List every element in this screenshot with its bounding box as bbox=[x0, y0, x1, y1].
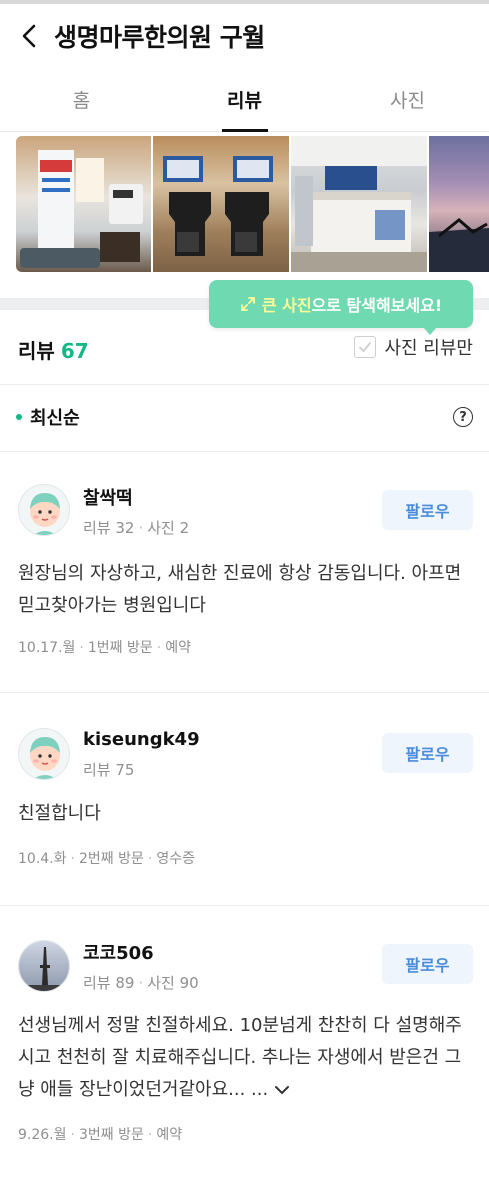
tab-bar: 홈 리뷰 사진 bbox=[0, 68, 489, 132]
sort-button[interactable]: 최신순 bbox=[16, 404, 80, 430]
visit-count: 2번째 방문 bbox=[78, 851, 144, 867]
visit-meta: 10.4.화 · 2번째 방문 · 영수증 bbox=[18, 851, 195, 867]
character-avatar-icon bbox=[19, 485, 69, 535]
review-item: kiseungk49 리뷰 75 팔로우 친절합니다 10.4.화 · 2번째 방문… bbox=[0, 693, 489, 905]
tooltip-text: 으로 탐색해보세요! bbox=[311, 296, 443, 315]
visit-meta: 9.26.월 · 3번째 방문 · 예약 bbox=[18, 1127, 183, 1143]
review-photo-thumbnail[interactable] bbox=[16, 136, 151, 272]
review-count-heading: 리뷰 67 bbox=[18, 335, 89, 364]
photo-stat: 사진 90 bbox=[147, 974, 199, 992]
user-name[interactable]: kiseungk49 bbox=[83, 729, 200, 750]
follow-button[interactable]: 팔로우 bbox=[382, 944, 473, 984]
check-icon bbox=[359, 341, 372, 353]
photo-strip[interactable] bbox=[16, 136, 489, 272]
review-item: 코코506 리뷰 89 · 사진 90 팔로우 선생님께서 정말 친절하세요. 10… bbox=[0, 906, 489, 1181]
review-stat: 리뷰 75 bbox=[83, 761, 135, 779]
user-stats: 리뷰 89 · 사진 90 bbox=[83, 974, 199, 992]
visit-date: 9.26.월 bbox=[18, 1127, 67, 1143]
visit-count: 1번째 방문 bbox=[87, 640, 153, 656]
user-name[interactable]: 코코506 bbox=[83, 939, 154, 965]
tower-photo-avatar-icon bbox=[19, 941, 69, 991]
review-text-container[interactable]: 선생님께서 정말 친절하세요. 10분넘게 찬찬히 다 설명해주시고 천천히 잘… bbox=[18, 1010, 473, 1106]
tab-home[interactable]: 홈 bbox=[0, 68, 163, 131]
tooltip-highlight: 큰 사진 bbox=[261, 296, 312, 315]
photo-only-checkbox[interactable] bbox=[354, 336, 377, 358]
back-button[interactable] bbox=[6, 12, 54, 60]
divider bbox=[0, 384, 489, 385]
review-stat: 리뷰 89 bbox=[83, 974, 135, 992]
help-icon[interactable]: ? bbox=[453, 407, 473, 427]
review-text: 선생님께서 정말 친절하세요. 10분넘게 찬찬히 다 설명해주시고 천천히 잘… bbox=[18, 1015, 462, 1100]
photo-only-label: 사진 리뷰만 bbox=[384, 338, 473, 359]
chevron-left-icon bbox=[22, 24, 36, 48]
visit-type: 예약 bbox=[156, 1127, 183, 1143]
user-name[interactable]: 찰싹떡 bbox=[83, 484, 133, 510]
review-photo-thumbnail[interactable] bbox=[429, 136, 489, 272]
user-avatar[interactable] bbox=[18, 484, 70, 536]
user-avatar[interactable] bbox=[18, 940, 70, 992]
sort-dot-icon bbox=[16, 414, 22, 420]
page-title: 생명마루한의원 구월 bbox=[54, 23, 265, 52]
review-text: 원장님의 자상하고, 새심한 진료에 항상 감동입니다. 아프면 믿고찾아가는 … bbox=[18, 563, 462, 616]
character-avatar-icon bbox=[19, 729, 69, 779]
tab-photos[interactable]: 사진 bbox=[326, 68, 489, 131]
photo-review-only-toggle[interactable]: 사진 리뷰만 bbox=[354, 334, 473, 360]
visit-type: 예약 bbox=[165, 640, 191, 656]
review-text: 친절합니다 bbox=[18, 803, 101, 824]
follow-button[interactable]: 팔로우 bbox=[382, 733, 473, 773]
user-stats: 리뷰 75 bbox=[83, 759, 134, 780]
user-stats: 리뷰 32 · 사진 2 bbox=[83, 519, 190, 537]
big-photo-tooltip[interactable]: 큰 사진 으로 탐색해보세요! bbox=[209, 280, 473, 335]
visit-type: 영수증 bbox=[156, 851, 195, 867]
review-label: 리뷰 bbox=[18, 339, 55, 363]
app-header: 생명마루한의원 구월 bbox=[0, 4, 489, 68]
sort-label: 최신순 bbox=[30, 408, 80, 429]
tab-reviews[interactable]: 리뷰 bbox=[163, 68, 326, 131]
review-item: 찰싹떡 리뷰 32 · 사진 2 팔로우 원장님의 자상하고, 새심한 진료에 항상… bbox=[0, 452, 489, 692]
visit-count: 3번째 방문 bbox=[78, 1127, 144, 1143]
visit-meta: 10.17.월 · 1번째 방문 · 예약 bbox=[18, 640, 191, 656]
visit-date: 10.4.화 bbox=[18, 851, 67, 867]
visit-date: 10.17.월 bbox=[18, 640, 76, 656]
review-photo-thumbnail[interactable] bbox=[153, 136, 289, 272]
review-photo-thumbnail[interactable] bbox=[291, 136, 427, 272]
photo-stat: 사진 2 bbox=[147, 519, 190, 537]
user-avatar[interactable] bbox=[18, 728, 70, 780]
review-stat: 리뷰 32 bbox=[83, 519, 135, 537]
review-count: 67 bbox=[60, 339, 89, 363]
expand-icon bbox=[240, 296, 256, 312]
follow-button[interactable]: 팔로우 bbox=[382, 490, 473, 530]
chevron-down-icon[interactable] bbox=[274, 1074, 290, 1106]
